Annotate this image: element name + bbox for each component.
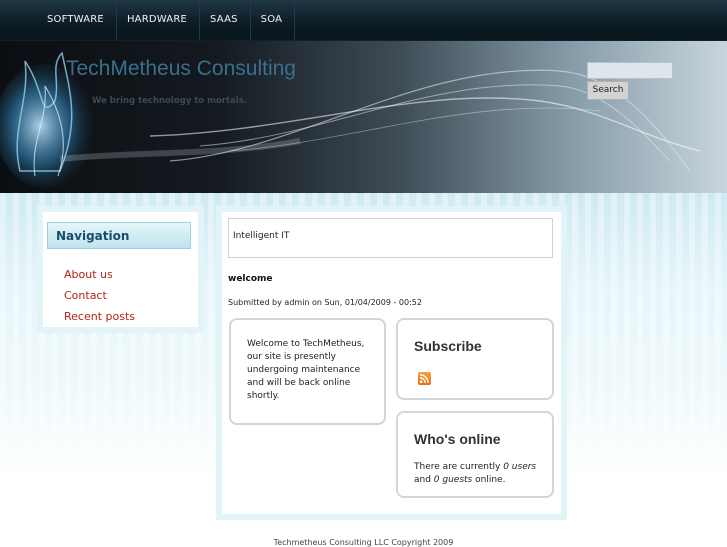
- welcome-text: Welcome to TechMetheus, our site is pres…: [247, 339, 365, 401]
- header-banner: TechMetheus Consulting We bring technolo…: [0, 41, 727, 193]
- menu-item-software[interactable]: SOFTWARE: [37, 0, 117, 40]
- sidebar-item-recent-posts[interactable]: Recent posts: [64, 310, 135, 331]
- online-prefix: There are currently: [414, 462, 504, 472]
- menu-item-soa[interactable]: SOA: [251, 0, 296, 40]
- main-content: Intelligent IT welcome Submitted by admi…: [216, 206, 567, 520]
- top-navigation-bar: SOFTWARE HARDWARE SAAS SOA: [0, 0, 727, 41]
- online-guests-count: 0 guests: [433, 475, 473, 485]
- site-slogan: We bring technology to mortals.: [92, 96, 247, 106]
- subscribe-title: Subscribe: [414, 338, 482, 354]
- welcome-box: Welcome to TechMetheus, our site is pres…: [229, 318, 386, 425]
- search-input[interactable]: [587, 62, 673, 79]
- menu-item-hardware[interactable]: HARDWARE: [117, 0, 201, 40]
- post-title[interactable]: welcome: [228, 274, 273, 284]
- navigation-links: About us Contact Recent posts: [64, 268, 135, 331]
- whos-online-text: There are currently 0 users and 0 guests…: [414, 461, 544, 487]
- whos-online-block: Who's online There are currently 0 users…: [396, 411, 554, 498]
- online-suffix: online.: [472, 475, 506, 485]
- sidebar-inner: Navigation About us Contact Recent posts: [43, 212, 198, 327]
- footer-copyright: Techmetheus Consulting LLC Copyright 200…: [273, 538, 454, 547]
- navigation-block-title: Navigation: [47, 222, 191, 249]
- subscribe-block: Subscribe: [396, 318, 554, 400]
- rss-feed-icon[interactable]: [418, 372, 431, 385]
- sidebar-item-contact[interactable]: Contact: [64, 289, 135, 310]
- sidebar-navigation-block: Navigation About us Contact Recent posts: [37, 206, 204, 333]
- online-and: and: [414, 475, 434, 485]
- main-inner: Intelligent IT welcome Submitted by admi…: [222, 212, 561, 514]
- whos-online-title: Who's online: [414, 431, 501, 447]
- post-submitted-info: Submitted by admin on Sun, 01/04/2009 - …: [228, 298, 422, 307]
- search-button[interactable]: Search: [587, 81, 629, 100]
- primary-menu: SOFTWARE HARDWARE SAAS SOA: [0, 0, 727, 40]
- site-name[interactable]: TechMetheus Consulting: [66, 57, 296, 81]
- menu-item-saas[interactable]: SAAS: [200, 0, 251, 40]
- online-users-count: 0 users: [503, 462, 537, 472]
- mission-statement: Intelligent IT: [228, 218, 553, 258]
- sidebar-item-about-us[interactable]: About us: [64, 268, 135, 289]
